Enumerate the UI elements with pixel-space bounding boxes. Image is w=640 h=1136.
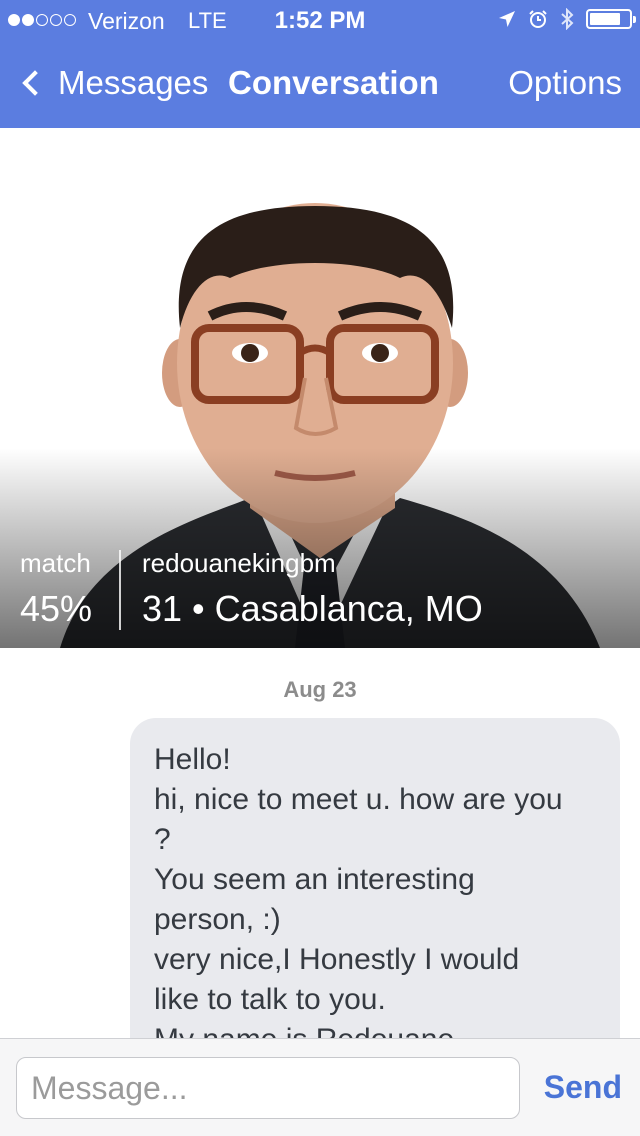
message-line: very nice,I Honestly I would [154,943,520,976]
profile-details: 31 • Casablanca, MO [142,588,483,629]
send-button[interactable]: Send [544,1069,622,1106]
message-line: You seem an interesting [154,863,475,896]
profile-photo[interactable]: match 45% redouanekingbm 31 • Casablanca… [0,128,640,648]
match-label: match [20,548,91,578]
back-button[interactable]: Messages [18,64,208,102]
message-input[interactable] [16,1057,520,1119]
message-line: Hello! [154,743,231,776]
message-line: person, :) [154,903,281,936]
profile-overlay: match 45% redouanekingbm 31 • Casablanca… [0,538,640,648]
message-line: like to talk to you. [154,983,386,1016]
options-button[interactable]: Options [508,64,622,102]
message-line: hi, nice to meet u. how are you [154,783,563,816]
alarm-icon [529,10,547,28]
message-composer: Send [0,1038,640,1136]
location-arrow-icon [499,11,515,27]
top-bar: Verizon LTE 1:52 PM Messages Conversatio… [0,0,640,128]
back-button-label: Messages [58,64,209,101]
back-chevron-icon [22,70,48,96]
conversation-date: Aug 23 [283,677,357,702]
page-title: Conversation [228,64,439,101]
navigation-bar: Messages Conversation Options [0,40,640,128]
overlay-divider [119,550,121,630]
message-line: ? [154,823,171,856]
bluetooth-icon [561,8,574,30]
battery-icon [586,9,636,29]
profile-username[interactable]: redouanekingbm [142,548,336,579]
match-percentage: 45% [20,588,93,629]
status-bar: Verizon LTE 1:52 PM [0,0,640,40]
status-icons [498,8,636,30]
